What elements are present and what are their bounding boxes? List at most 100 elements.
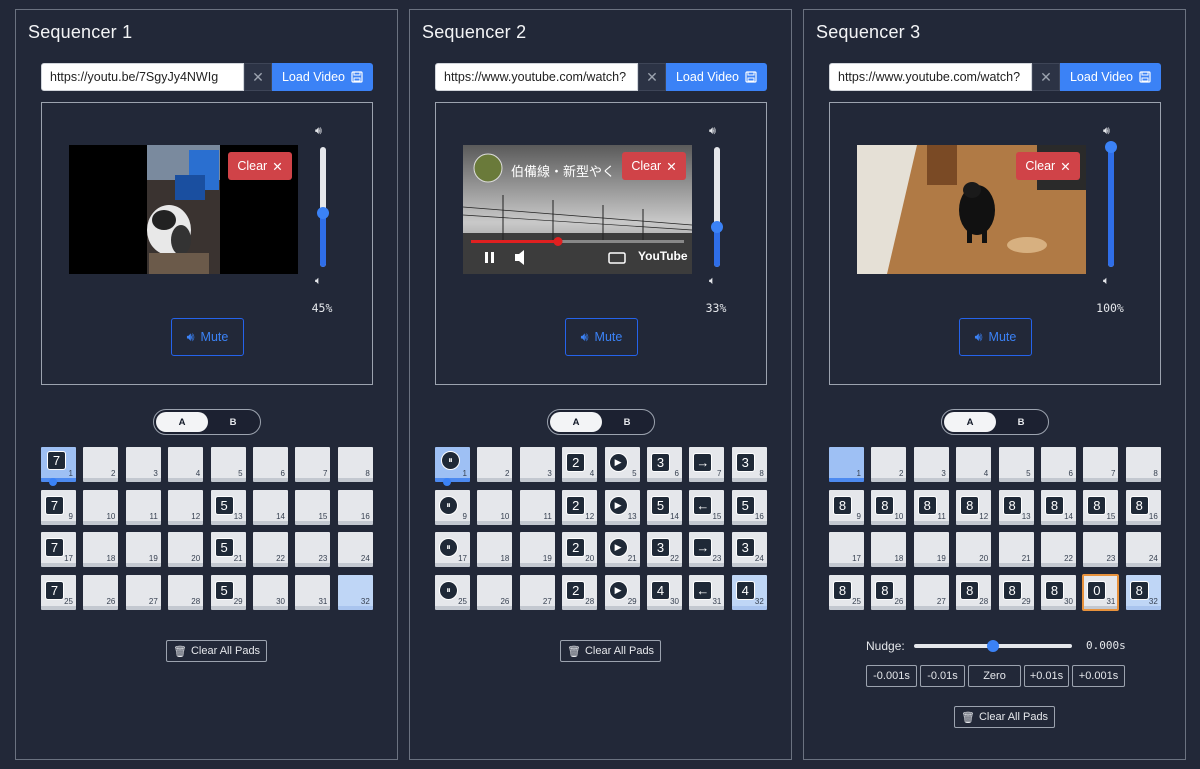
pad-31[interactable]: ← 31 bbox=[689, 574, 725, 610]
clear-video-button[interactable]: Clear ✕ bbox=[228, 152, 292, 180]
pad-24[interactable]: 24 bbox=[1125, 532, 1161, 567]
clear-url-button[interactable]: ✕ bbox=[244, 63, 272, 91]
pad-11[interactable]: 8 11 bbox=[913, 489, 949, 525]
volume-slider[interactable]: 🔊︎ 🔈︎ bbox=[314, 125, 332, 290]
pad-29[interactable]: ▶ 29 bbox=[604, 574, 640, 610]
pad-3[interactable]: 3 bbox=[913, 447, 949, 482]
bank-b-option[interactable]: B bbox=[995, 412, 1047, 432]
clear-url-button[interactable]: ✕ bbox=[638, 63, 666, 91]
pad-25[interactable]: 7 25 bbox=[41, 574, 76, 610]
pad-5[interactable]: 5 bbox=[998, 447, 1034, 482]
volume-thumb[interactable] bbox=[711, 221, 723, 234]
clear-all-pads-button[interactable]: 🗑︎ Clear All Pads bbox=[954, 706, 1056, 728]
pad-24[interactable]: 24 bbox=[337, 532, 373, 567]
pad-24[interactable]: 3 24 bbox=[731, 532, 767, 567]
pad-9[interactable]: 79 bbox=[41, 489, 76, 525]
pad-15[interactable]: ← 15 bbox=[689, 489, 725, 525]
pad-19[interactable]: 19 bbox=[913, 532, 949, 567]
pad-13[interactable]: 8 13 bbox=[998, 489, 1034, 525]
pad-8[interactable]: 38 bbox=[731, 447, 767, 482]
pad-20[interactable]: 2 20 bbox=[562, 532, 598, 567]
volume-slider[interactable]: 🔊︎ 🔈︎ bbox=[1102, 125, 1120, 290]
pad-6[interactable]: 6 bbox=[253, 447, 288, 482]
pad-14[interactable]: 8 14 bbox=[1041, 489, 1076, 525]
pad-23[interactable]: → 23 bbox=[689, 532, 725, 567]
pad-14[interactable]: 14 bbox=[253, 489, 288, 525]
bank-b-option[interactable]: B bbox=[207, 412, 259, 432]
pad-32[interactable]: 8 32 bbox=[1125, 574, 1161, 610]
pad-7[interactable]: → 7 bbox=[689, 447, 725, 482]
pad-4[interactable]: 4 bbox=[956, 447, 992, 482]
clear-video-button[interactable]: Clear ✕ bbox=[1016, 152, 1080, 180]
pad-11[interactable]: 11 bbox=[519, 489, 555, 525]
pad-6[interactable]: 36 bbox=[647, 447, 682, 482]
pad-27[interactable]: 27 bbox=[125, 574, 161, 610]
pad-12[interactable]: 12 bbox=[168, 489, 204, 525]
pad-29[interactable]: 8 29 bbox=[998, 574, 1034, 610]
pad-18[interactable]: 18 bbox=[871, 532, 907, 567]
pad-31[interactable]: 31 bbox=[295, 574, 331, 610]
nudge-minus-0001-button[interactable]: -0.001s bbox=[866, 665, 917, 687]
pad-26[interactable]: 26 bbox=[83, 574, 119, 610]
pad-22[interactable]: 22 bbox=[1041, 532, 1076, 567]
pad-16[interactable]: 5 16 bbox=[731, 489, 767, 525]
clear-all-pads-button[interactable]: 🗑︎ Clear All Pads bbox=[166, 640, 268, 662]
pad-22[interactable]: 22 bbox=[253, 532, 288, 567]
pad-26[interactable]: 8 26 bbox=[871, 574, 907, 610]
pad-3[interactable]: 3 bbox=[519, 447, 555, 482]
pad-17[interactable]: 17 bbox=[829, 532, 864, 567]
volume-slider[interactable]: 🔊︎ 🔈︎ bbox=[708, 125, 726, 290]
load-video-button[interactable]: Load Video bbox=[666, 63, 767, 91]
pad-13[interactable]: 5 13 bbox=[210, 489, 246, 525]
pad-27[interactable]: 27 bbox=[913, 574, 949, 610]
pad-20[interactable]: 20 bbox=[168, 532, 204, 567]
pad-16[interactable]: 16 bbox=[337, 489, 373, 525]
pad-10[interactable]: 10 bbox=[477, 489, 513, 525]
pad-9[interactable]: 89 bbox=[829, 489, 864, 525]
nudge-thumb[interactable] bbox=[987, 640, 999, 652]
pad-6[interactable]: 6 bbox=[1041, 447, 1076, 482]
mute-button[interactable]: 🔊︎ Mute bbox=[959, 318, 1032, 356]
ab-toggle[interactable]: A B bbox=[547, 409, 655, 435]
pad-8[interactable]: 8 bbox=[337, 447, 373, 482]
pad-20[interactable]: 20 bbox=[956, 532, 992, 567]
pad-16[interactable]: 8 16 bbox=[1125, 489, 1161, 525]
nudge-slider[interactable] bbox=[914, 640, 1072, 652]
pad-25[interactable]: 8 25 bbox=[829, 574, 864, 610]
pad-2[interactable]: 2 bbox=[871, 447, 907, 482]
pad-21[interactable]: 5 21 bbox=[210, 532, 246, 567]
pad-23[interactable]: 23 bbox=[295, 532, 331, 567]
clear-all-pads-button[interactable]: 🗑︎ Clear All Pads bbox=[560, 640, 662, 662]
nudge-plus-0001-button[interactable]: +0.001s bbox=[1072, 665, 1125, 687]
clear-video-button[interactable]: Clear ✕ bbox=[622, 152, 686, 180]
url-input[interactable] bbox=[435, 63, 638, 91]
nudge-minus-001-button[interactable]: -0.01s bbox=[920, 665, 965, 687]
pad-28[interactable]: 2 28 bbox=[562, 574, 598, 610]
pad-13[interactable]: ▶ 13 bbox=[604, 489, 640, 525]
pad-1[interactable]: 71 bbox=[41, 447, 76, 486]
ab-toggle[interactable]: A B bbox=[153, 409, 261, 435]
load-video-button[interactable]: Load Video bbox=[272, 63, 373, 91]
pad-5[interactable]: 5 bbox=[210, 447, 246, 482]
pad-4[interactable]: 4 bbox=[168, 447, 204, 482]
pad-2[interactable]: 2 bbox=[477, 447, 513, 482]
pad-30[interactable]: 4 30 bbox=[647, 574, 682, 610]
pad-21[interactable]: 21 bbox=[998, 532, 1034, 567]
volume-track[interactable] bbox=[1105, 141, 1117, 267]
volume-track[interactable] bbox=[317, 147, 329, 267]
pad-12[interactable]: 8 12 bbox=[956, 489, 992, 525]
bank-a-option[interactable]: A bbox=[550, 412, 602, 432]
nudge-plus-001-button[interactable]: +0.01s bbox=[1024, 665, 1069, 687]
volume-thumb[interactable] bbox=[1105, 141, 1117, 153]
pad-8[interactable]: 8 bbox=[1125, 447, 1161, 482]
load-video-button[interactable]: Load Video bbox=[1060, 63, 1161, 91]
pad-15[interactable]: 8 15 bbox=[1083, 489, 1119, 525]
pad-31[interactable]: 0 31 bbox=[1082, 573, 1120, 611]
pad-30[interactable]: 30 bbox=[253, 574, 288, 610]
pad-32[interactable]: 4 32 bbox=[731, 574, 767, 610]
pad-2[interactable]: 2 bbox=[83, 447, 119, 482]
pad-3[interactable]: 3 bbox=[125, 447, 161, 482]
pad-28[interactable]: 8 28 bbox=[956, 574, 992, 610]
volume-track[interactable] bbox=[711, 147, 723, 267]
pad-4[interactable]: 24 bbox=[562, 447, 598, 482]
